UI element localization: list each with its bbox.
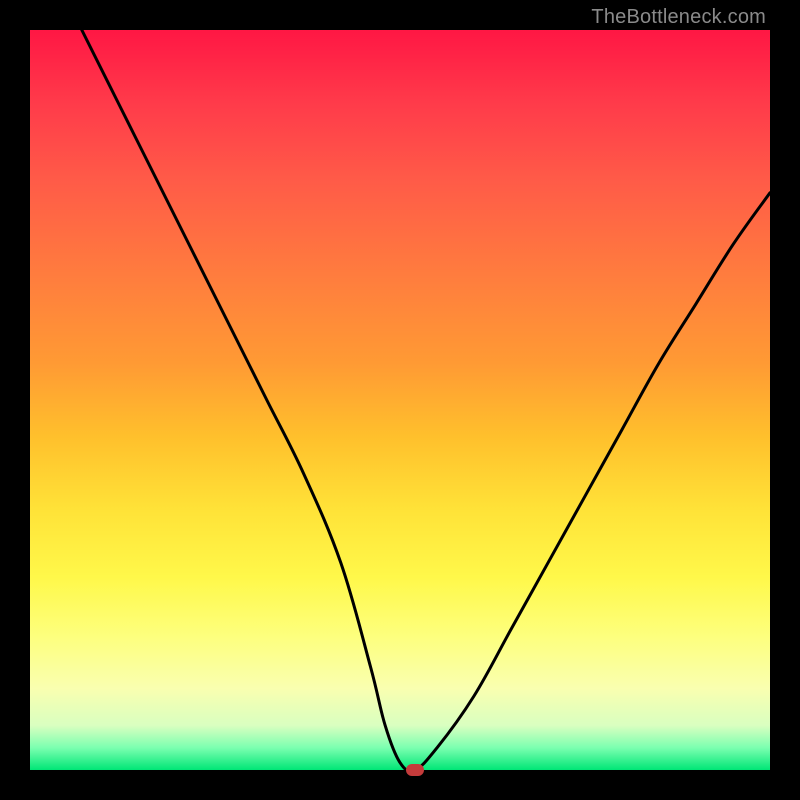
optimal-point-marker <box>406 764 424 776</box>
bottleneck-curve <box>30 30 770 770</box>
plot-area <box>30 30 770 770</box>
watermark-text: TheBottleneck.com <box>591 6 766 29</box>
chart-frame: TheBottleneck.com <box>0 0 800 800</box>
